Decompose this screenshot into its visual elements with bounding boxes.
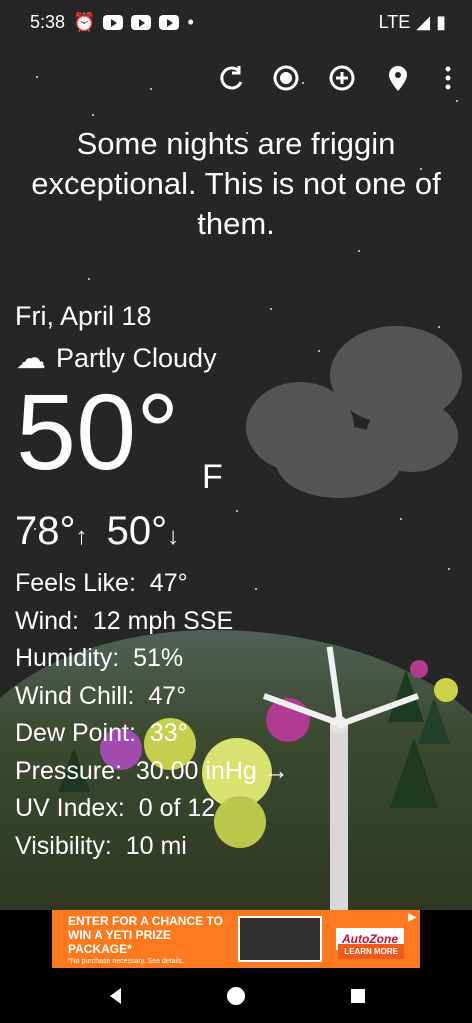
recents-icon[interactable] — [346, 984, 370, 1008]
moon-phase-icon[interactable] — [268, 60, 304, 96]
arrow-up-icon: ↑ — [75, 523, 88, 550]
wind-row: Wind: 12 mph SSE — [15, 606, 234, 635]
ad-choices-icon[interactable]: ▶ — [408, 912, 416, 923]
alarm-icon: ⏰ — [73, 12, 96, 32]
wind-chill-row: Wind Chill: 47° — [15, 681, 187, 710]
weather-details: Feels Like: 47° Wind: 12 mph SSE Humidit… — [15, 565, 289, 865]
low-temperature: 50° — [106, 509, 168, 553]
add-location-icon[interactable] — [324, 60, 360, 96]
status-left: 5:38 ⏰ • — [30, 12, 194, 33]
uv-index-row: UV Index: 0 of 12 — [15, 794, 216, 822]
temperature-unit: F — [202, 458, 223, 496]
ad-copy: ENTER FOR A CHANCE TO WIN A YETI PRIZE P… — [68, 914, 223, 965]
weather-quote: Some nights are friggin exceptional. Thi… — [31, 126, 441, 241]
visibility-row: Visibility: 10 mi — [15, 831, 187, 860]
signal-icon: ◢ — [416, 12, 431, 32]
pressure-trend-icon: → — [263, 756, 289, 785]
tree — [390, 738, 438, 808]
ad-learn-more-button[interactable]: LEARN MORE — [338, 944, 404, 959]
high-low-temperatures: 78°↑ 50°↓ — [15, 508, 179, 560]
windmill — [330, 726, 348, 910]
status-bar: 5:38 ⏰ • LTE ◢ ▮ — [0, 0, 472, 48]
high-temperature: 78° — [15, 509, 76, 553]
current-temperature: 50° — [16, 371, 180, 492]
status-time: 5:38 — [30, 12, 66, 32]
feels-like-row: Feels Like: 47° — [15, 569, 188, 597]
humidity-row: Humidity: 51% — [15, 644, 184, 672]
back-icon[interactable] — [104, 984, 128, 1008]
condition-label: Partly Cloudy — [56, 343, 217, 373]
refresh-icon[interactable] — [214, 60, 250, 96]
toolbar — [0, 60, 472, 100]
bush — [410, 660, 428, 678]
ad-fine-print: *No purchase necessary. See details. — [68, 957, 185, 965]
cloud — [246, 326, 466, 498]
location-pin-icon[interactable] — [380, 60, 416, 96]
advertisement-banner[interactable]: ENTER FOR A CHANCE TO WIN A YETI PRIZE P… — [52, 910, 420, 968]
battery-icon: ▮ — [436, 12, 446, 32]
pressure-row: Pressure: 30.00 inHg → — [15, 756, 289, 785]
notification-dot-icon: • — [187, 12, 194, 32]
arrow-down-icon: ↓ — [167, 523, 180, 550]
youtube-icon — [131, 15, 152, 30]
bush — [434, 678, 458, 702]
navigation-bar — [0, 968, 472, 1023]
ad-headline: ENTER FOR A CHANCE TO WIN A YETI PRIZE P… — [68, 913, 223, 956]
status-right: LTE ◢ ▮ — [379, 12, 446, 33]
more-options-icon[interactable] — [430, 60, 466, 96]
dew-point-row: Dew Point: 33° — [15, 719, 188, 747]
youtube-icon — [159, 15, 180, 30]
youtube-icon — [103, 15, 124, 30]
network-label: LTE — [378, 12, 411, 32]
ad-product-image — [237, 916, 322, 962]
home-icon[interactable] — [224, 984, 248, 1008]
forecast-date: Fri, April 18 — [15, 301, 152, 331]
